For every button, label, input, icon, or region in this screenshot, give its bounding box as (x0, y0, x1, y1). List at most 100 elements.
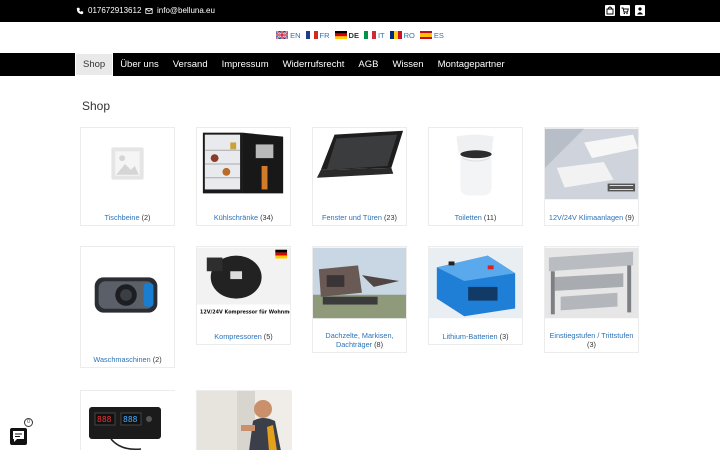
flag-it-icon (363, 31, 376, 39)
category-card-12v[interactable]: 12V/24V Klimaanlagen (9) (544, 127, 639, 226)
cart-icon[interactable] (620, 5, 630, 16)
category-name: Tischbeine (104, 213, 140, 222)
email-contact[interactable]: info@belluna.eu (145, 6, 215, 15)
phone-number: 017672913612 (88, 6, 142, 15)
compressor-caption: 12V/24V Kompressor für Wohnmobil (200, 309, 290, 315)
flag-fr-icon (305, 31, 318, 39)
category-image: 12V/24V Kompressor für Wohnmobil (197, 247, 290, 319)
category-image (313, 247, 406, 319)
category-label[interactable]: Waschmaschinen (2) (83, 355, 172, 364)
category-card-waschmaschinen[interactable]: Waschmaschinen (2) (80, 246, 175, 368)
category-name: Einstiegstufen / Trittstufen (549, 331, 634, 340)
category-image (313, 128, 406, 200)
category-image (545, 247, 638, 319)
chat-icon (13, 431, 24, 442)
category-label[interactable]: Fenster und Türen (23) (315, 213, 404, 222)
category-label[interactable]: Dachzelte, Markisen, Dachträger (8) (315, 331, 404, 349)
language-code: IT (377, 30, 385, 40)
language-it[interactable]: IT (363, 29, 385, 41)
category-name: Waschmaschinen (93, 355, 151, 364)
category-count: (11) (483, 213, 497, 222)
svg-text:888: 888 (123, 415, 138, 424)
category-label[interactable]: Einstiegstufen / Trittstufen (3) (547, 331, 636, 349)
flag-ro-icon (389, 31, 402, 39)
language-code: FR (319, 30, 330, 40)
language-de[interactable]: DE (334, 29, 359, 41)
main-navigation: Shop Über uns Versand Impressum Widerrufsrec… (0, 53, 720, 76)
category-name: Dachzelte, Markisen, Dachträger (325, 331, 394, 349)
flag-es-icon (419, 31, 432, 39)
flag-en-icon (276, 31, 289, 39)
category-name: Kühlschränke (213, 213, 259, 222)
flag-de-icon (334, 31, 347, 39)
category-count: (8) (374, 340, 384, 349)
nav-item-wissen[interactable]: Wissen (385, 53, 430, 76)
nav-item-versand[interactable]: Versand (166, 53, 215, 76)
thermostat-image: 888 888 (81, 391, 176, 450)
category-card-dachzelte[interactable]: Dachzelte, Markisen, Dachträger (8) (312, 246, 407, 353)
category-count: (23) (383, 213, 397, 222)
category-name: Lithium-Batterien (442, 332, 498, 341)
svg-text:888: 888 (97, 415, 112, 424)
nav-item-impressum[interactable]: Impressum (215, 53, 276, 76)
nav-item-widerrufsrecht[interactable]: Widerrufsrecht (276, 53, 352, 76)
nav-item-agb[interactable]: AGB (351, 53, 385, 76)
category-name: Fenster und Türen (322, 213, 382, 222)
category-card-montage[interactable] (196, 390, 292, 450)
category-image (81, 128, 174, 200)
category-label[interactable]: Tischbeine (2) (83, 213, 172, 222)
category-card-tischbeine[interactable]: Tischbeine (2) (80, 127, 175, 226)
language-en[interactable]: EN (276, 29, 301, 41)
category-count: (3) (587, 340, 596, 349)
chat-widget-button[interactable] (10, 428, 27, 445)
user-icon[interactable] (635, 5, 645, 16)
phone-contact[interactable]: 017672913612 (76, 6, 141, 15)
category-label[interactable]: Lithium-Batterien (3) (431, 332, 520, 341)
bag-icon[interactable] (605, 5, 615, 16)
category-card-thermostat[interactable]: 888 888 (80, 390, 176, 450)
email-address: info@belluna.eu (157, 6, 215, 15)
category-name: Toiletten (454, 213, 482, 222)
account-icons (605, 5, 645, 16)
nav-item-über-uns[interactable]: Über uns (113, 53, 166, 76)
category-count: (9) (625, 213, 635, 222)
category-count: (3) (499, 332, 509, 341)
category-card-fenster[interactable]: Fenster und Türen (23) (312, 127, 407, 226)
nav-item-montagepartner[interactable]: Montagepartner (431, 53, 512, 76)
nav-item-shop[interactable]: Shop (75, 53, 114, 76)
category-image (81, 247, 174, 342)
language-switcher: EN FR DE IT RO ES (0, 29, 720, 41)
category-name: Kompressoren (214, 332, 262, 341)
category-card-einstiegstufen[interactable]: Einstiegstufen / Trittstufen (3) (544, 246, 639, 353)
language-code: DE (348, 30, 359, 40)
language-code: EN (290, 30, 301, 40)
category-card-kühlschränke[interactable]: Kühlschränke (34) (196, 127, 291, 226)
category-name: 12V/24V Klimaanlagen (548, 213, 624, 222)
language-ro[interactable]: RO (389, 29, 415, 41)
category-label[interactable]: Toiletten (11) (431, 213, 520, 222)
category-image (429, 128, 522, 200)
category-count: (2) (152, 355, 162, 364)
language-es[interactable]: ES (419, 29, 444, 41)
category-count: (34) (260, 213, 274, 222)
category-image (429, 247, 522, 319)
category-card-toiletten[interactable]: Toiletten (11) (428, 127, 523, 226)
nav-items: Shop Über uns Versand Impressum Widerrufsrec… (75, 53, 512, 76)
category-label[interactable]: Kühlschränke (34) (199, 213, 288, 222)
top-bar: 017672913612 info@belluna.eu (0, 0, 720, 22)
language-code: ES (433, 30, 444, 40)
category-label[interactable]: Kompressoren (5) (199, 332, 288, 341)
mechanic-photo (197, 391, 292, 450)
category-label[interactable]: 12V/24V Klimaanlagen (9) (547, 213, 636, 222)
category-card-lithium[interactable]: Lithium-Batterien (3) (428, 246, 523, 345)
envelope-icon (145, 7, 153, 14)
phone-icon (76, 7, 84, 14)
chat-badge: 0 (24, 418, 33, 427)
category-card-kompressoren[interactable]: 12V/24V Kompressor für Wohnmobil Kompress… (196, 246, 291, 345)
category-count: (5) (263, 332, 273, 341)
language-fr[interactable]: FR (305, 29, 330, 41)
category-count: (2) (141, 213, 151, 222)
category-image (545, 128, 638, 200)
language-code: RO (403, 30, 415, 40)
page-title: Shop (82, 99, 111, 113)
